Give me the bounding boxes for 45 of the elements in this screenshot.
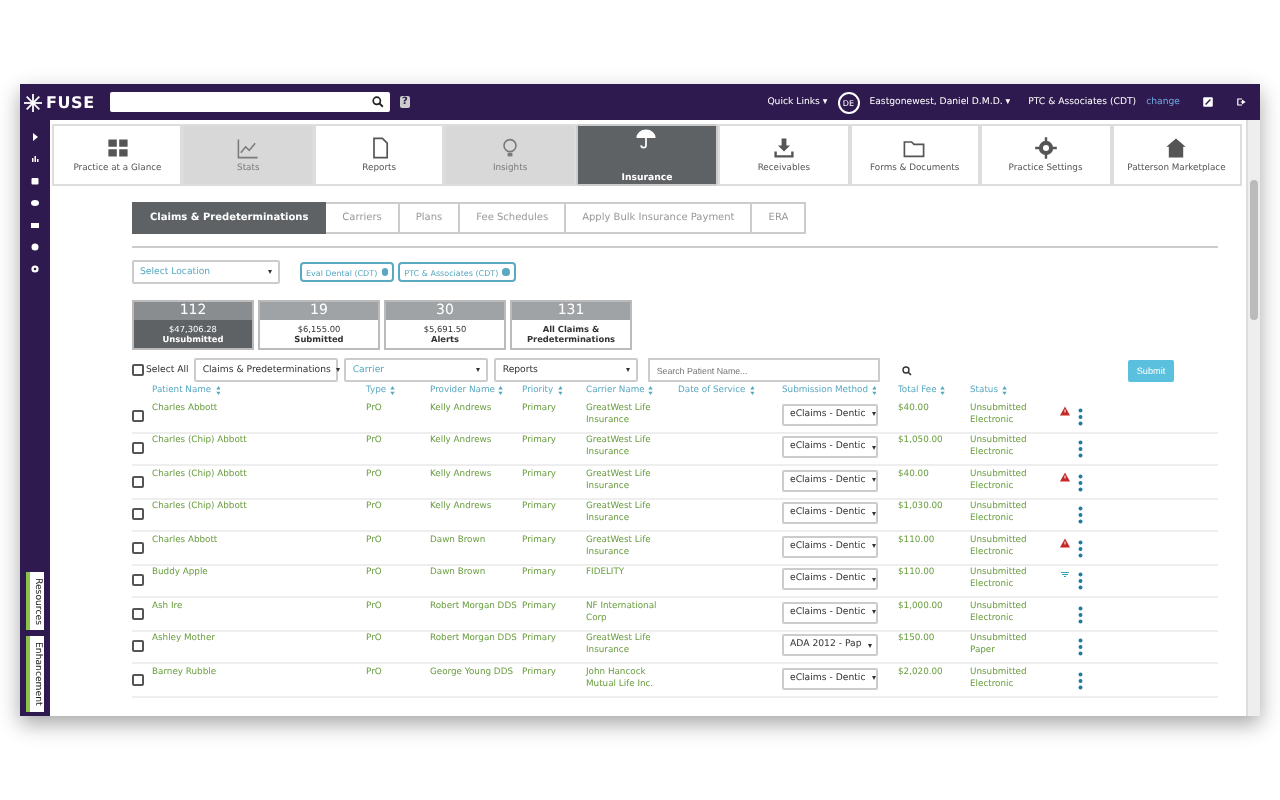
more-options-icon[interactable] <box>1078 407 1083 425</box>
sort-icon[interactable] <box>215 386 221 396</box>
more-options-icon[interactable] <box>1078 671 1083 689</box>
more-options-icon[interactable] <box>1078 440 1083 458</box>
more-options-icon[interactable] <box>1078 473 1083 491</box>
checkbox[interactable] <box>132 364 144 376</box>
logo-text: FUSE <box>46 93 95 111</box>
checkbox[interactable] <box>132 409 144 421</box>
logout-icon[interactable] <box>1236 96 1248 108</box>
sort-icon[interactable] <box>390 386 396 396</box>
sort-icon[interactable] <box>749 386 755 396</box>
more-options-icon[interactable] <box>1078 638 1083 656</box>
document-icon <box>367 136 392 160</box>
search-field[interactable] <box>110 92 390 112</box>
sort-icon[interactable] <box>557 386 563 396</box>
grid-icon <box>105 136 130 160</box>
checkbox[interactable] <box>132 475 144 487</box>
sort-icon[interactable] <box>648 386 654 396</box>
more-options-icon[interactable] <box>1078 506 1083 524</box>
more-options-icon[interactable] <box>1078 605 1083 623</box>
folder-icon <box>902 136 927 160</box>
checkbox[interactable] <box>132 607 144 619</box>
search-icon[interactable] <box>372 96 384 108</box>
checkbox[interactable] <box>132 508 144 520</box>
search-icon[interactable] <box>902 365 913 375</box>
more-options-icon[interactable] <box>1078 539 1083 557</box>
chart-icon <box>236 136 261 160</box>
edit-icon[interactable] <box>1202 96 1214 108</box>
chart-icon[interactable] <box>30 154 40 164</box>
sort-icon[interactable] <box>1002 386 1007 396</box>
checkbox[interactable] <box>132 574 144 586</box>
more-options-icon[interactable] <box>1078 572 1083 590</box>
expand-icon[interactable] <box>30 132 40 142</box>
logo-icon <box>24 93 42 111</box>
checkbox[interactable] <box>132 640 144 652</box>
lightbulb-icon <box>498 136 523 160</box>
house-icon <box>1164 136 1189 160</box>
checkbox[interactable] <box>132 442 144 454</box>
sort-icon[interactable] <box>940 386 946 396</box>
download-icon <box>771 136 796 160</box>
umbrella-icon <box>634 126 659 150</box>
sort-icon[interactable] <box>498 386 504 396</box>
checkbox[interactable] <box>132 541 144 553</box>
sort-icon[interactable] <box>871 386 877 396</box>
checkbox[interactable] <box>132 673 144 685</box>
